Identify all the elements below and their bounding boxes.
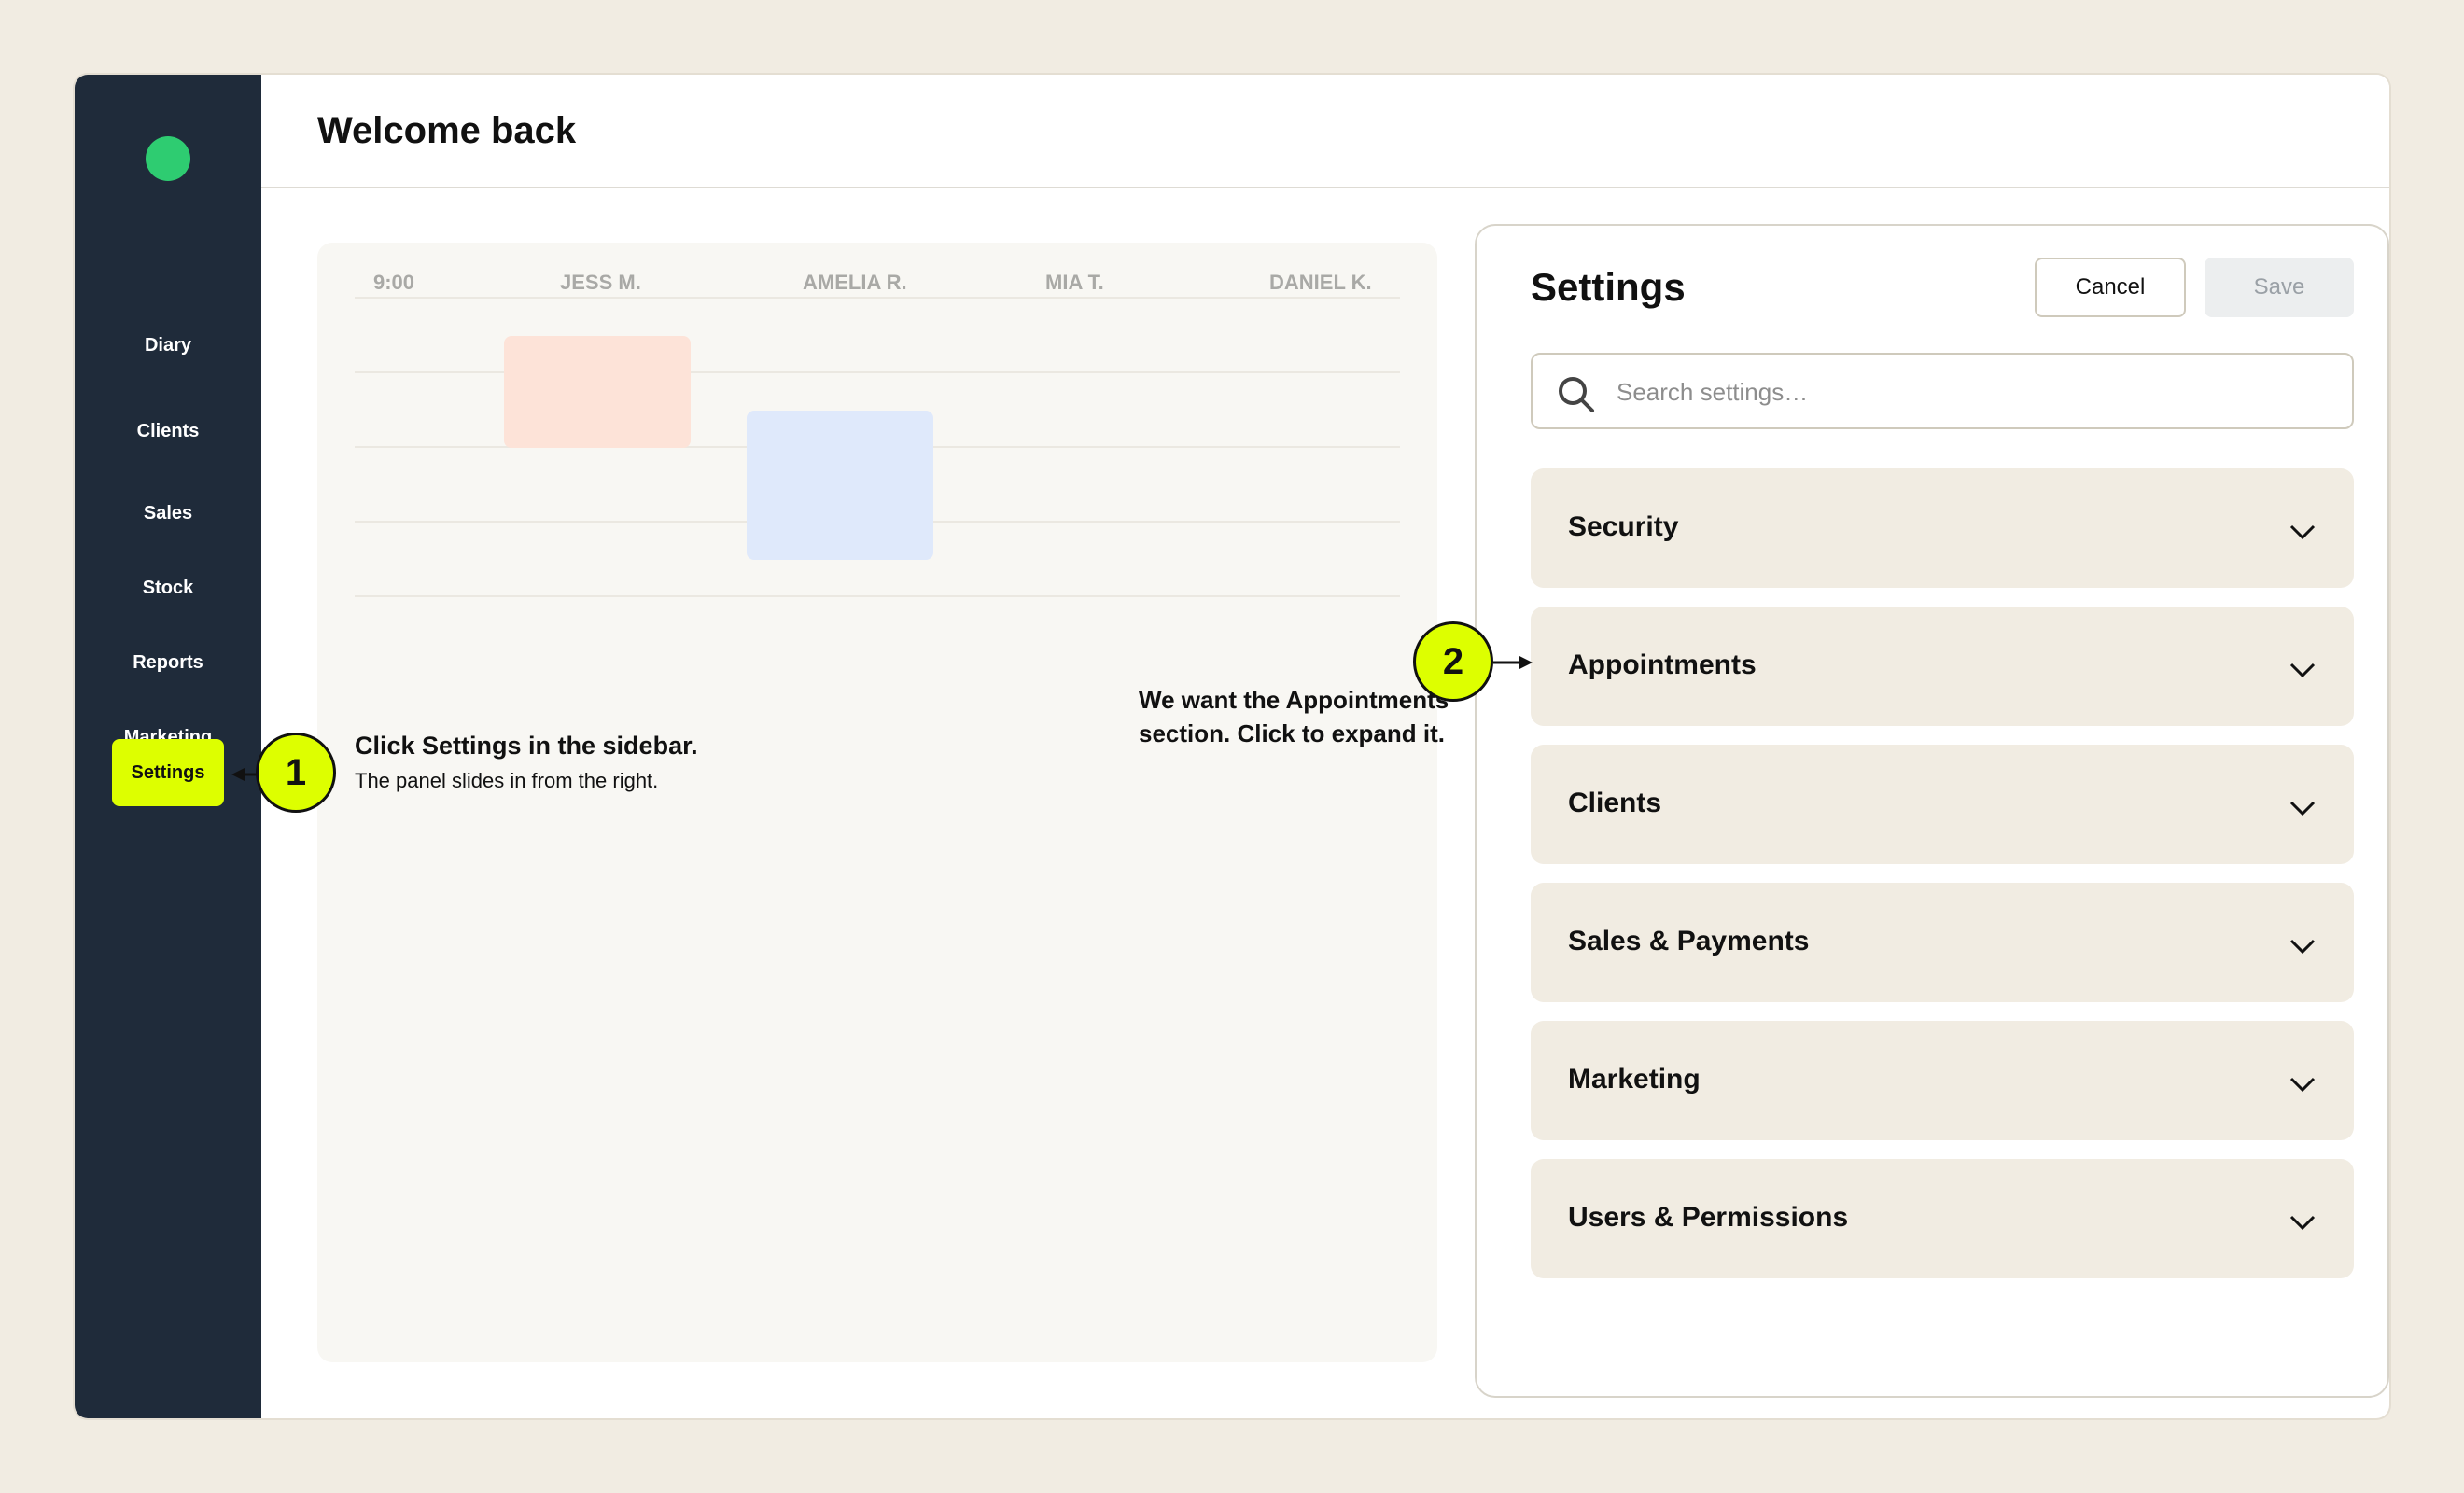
section-users-permissions[interactable]: Users & Permissions xyxy=(1531,1159,2354,1278)
callout-1-subtitle: The panel slides in from the right. xyxy=(355,769,659,792)
sidebar-item-clients[interactable]: Clients xyxy=(112,405,224,457)
sidebar-item-reports[interactable]: Reports xyxy=(112,636,224,689)
sidebar: Diary Clients Sales Stock Reports Market… xyxy=(75,75,261,1418)
chevron-down-icon xyxy=(2289,1215,2316,1231)
section-label: Security xyxy=(1568,511,1679,542)
chevron-down-icon xyxy=(2289,939,2316,955)
search-icon xyxy=(1559,377,1594,412)
section-label: Marketing xyxy=(1568,1064,1701,1095)
chevron-down-icon xyxy=(2289,1077,2316,1093)
section-appointments[interactable]: Appointments xyxy=(1531,607,2354,726)
section-security[interactable]: Security xyxy=(1531,468,2354,588)
search-box[interactable] xyxy=(1531,353,2354,429)
appointment-block[interactable] xyxy=(747,411,933,560)
logo xyxy=(146,136,190,181)
chevron-down-icon xyxy=(2289,801,2316,816)
sidebar-item-stock[interactable]: Stock xyxy=(112,562,224,614)
callout-1-title: Click Settings in the sidebar. xyxy=(355,732,698,760)
step-marker-1: 1 xyxy=(256,733,336,813)
diary-column-daniel: DANIEL K. xyxy=(1269,271,1372,294)
appointment-block[interactable] xyxy=(504,336,691,448)
top-bar: Welcome back xyxy=(261,75,2389,188)
section-label: Appointments xyxy=(1568,649,1757,680)
chevron-down-icon xyxy=(2289,524,2316,540)
section-clients[interactable]: Clients xyxy=(1531,745,2354,864)
arrow-right-icon xyxy=(1493,656,1533,669)
diary-column-amelia: AMELIA R. xyxy=(803,271,907,294)
diary-time-header: 9:00 xyxy=(373,271,415,294)
save-button[interactable]: Save xyxy=(2205,258,2354,317)
chevron-down-icon xyxy=(2289,663,2316,678)
diary-column-mia: MIA T. xyxy=(1045,271,1104,294)
page-title: Welcome back xyxy=(317,110,577,151)
section-label: Users & Permissions xyxy=(1568,1202,1849,1233)
step-marker-2: 2 xyxy=(1413,621,1493,702)
diary-view: 9:00 JESS M. AMELIA R. MIA T. DANIEL K. xyxy=(317,243,1437,1362)
sidebar-item-diary[interactable]: Diary xyxy=(112,319,224,371)
settings-panel: Settings Cancel Save Security Appointmen… xyxy=(1475,224,2389,1398)
settings-panel-title: Settings xyxy=(1531,265,1686,309)
callout-2-text: We want the Appointments section. Click … xyxy=(1139,686,1449,747)
search-input[interactable] xyxy=(1615,355,2328,429)
section-sales-payments[interactable]: Sales & Payments xyxy=(1531,883,2354,1002)
section-marketing[interactable]: Marketing xyxy=(1531,1021,2354,1140)
sidebar-item-settings[interactable]: Settings xyxy=(112,739,224,806)
diary-grid-line xyxy=(355,595,1400,597)
section-label: Sales & Payments xyxy=(1568,926,1810,956)
diary-column-jess: JESS M. xyxy=(560,271,641,294)
diary-grid-line xyxy=(355,297,1400,299)
app-window: Diary Clients Sales Stock Reports Market… xyxy=(75,75,2389,1418)
section-label: Clients xyxy=(1568,788,1662,818)
sidebar-item-sales[interactable]: Sales xyxy=(112,487,224,539)
cancel-button[interactable]: Cancel xyxy=(2035,258,2186,317)
